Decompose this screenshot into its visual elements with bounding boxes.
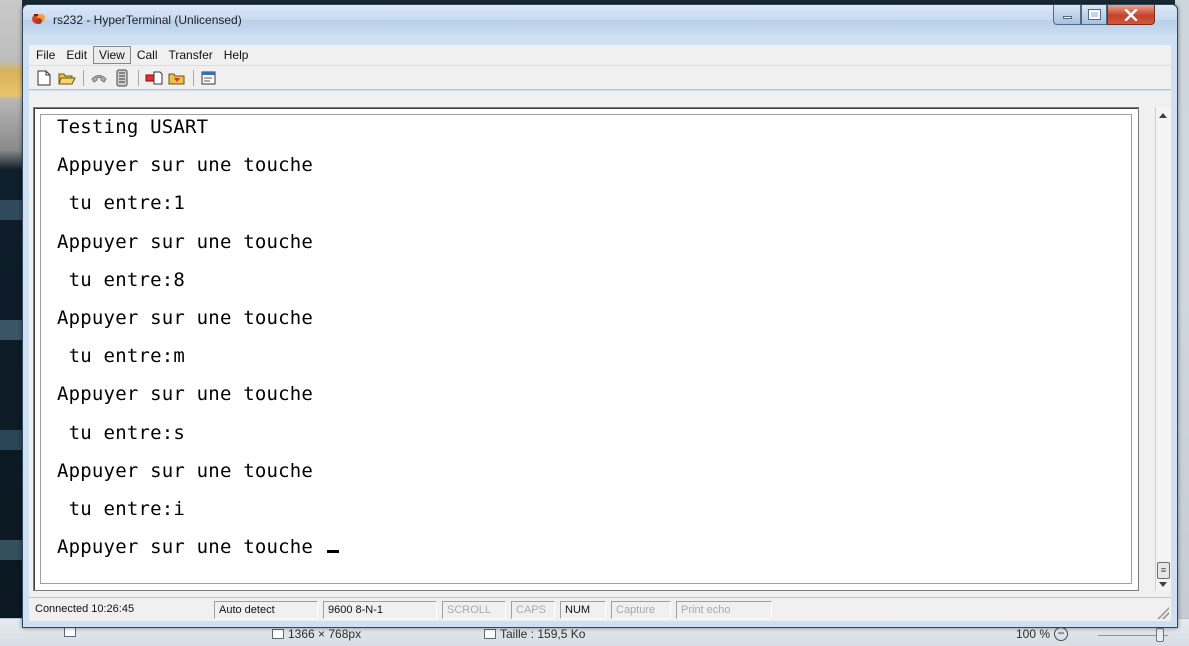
menu-bar: File Edit View Call Transfer Help bbox=[29, 45, 1171, 65]
status-caps: CAPS bbox=[511, 600, 555, 619]
background-strip bbox=[0, 320, 22, 340]
status-capture: Capture bbox=[611, 600, 671, 619]
disconnect-phone-icon bbox=[91, 74, 107, 83]
terminal-line: tu entre:i bbox=[57, 497, 186, 520]
viewer-zoom: 100 % − bbox=[1016, 627, 1069, 641]
terminal-line: tu entre:s bbox=[57, 421, 186, 444]
receive-button[interactable] bbox=[166, 68, 188, 88]
status-print-echo: Print echo bbox=[676, 600, 772, 619]
menu-transfer[interactable]: Transfer bbox=[164, 47, 218, 63]
toolbar-separator bbox=[138, 69, 139, 86]
close-button[interactable] bbox=[1107, 5, 1155, 25]
menu-edit[interactable]: Edit bbox=[61, 47, 92, 63]
terminal-line: Appuyer sur une touche bbox=[57, 383, 314, 406]
toolbar bbox=[29, 66, 1171, 90]
menu-file[interactable]: File bbox=[31, 47, 60, 63]
minimize-button[interactable] bbox=[1053, 5, 1081, 25]
zoom-out-icon[interactable]: − bbox=[1054, 627, 1069, 641]
menu-view[interactable]: View bbox=[93, 46, 131, 64]
background-strip bbox=[0, 430, 22, 450]
terminal-last-line: Appuyer sur une touche bbox=[57, 535, 339, 573]
toolbar-separator bbox=[193, 69, 194, 86]
terminal-screen[interactable]: Testing USART Appuyer sur une touche tu … bbox=[33, 107, 1139, 591]
text-cursor bbox=[326, 535, 339, 554]
terminal-line: tu entre:1 bbox=[57, 192, 186, 215]
open-folder-icon bbox=[58, 73, 76, 84]
properties-button[interactable] bbox=[198, 68, 220, 88]
send-file-icon bbox=[145, 71, 163, 84]
minimize-icon bbox=[1062, 16, 1072, 19]
terminal-line: Appuyer sur une touche bbox=[57, 306, 314, 329]
status-scroll: SCROLL bbox=[442, 600, 506, 619]
toolbar-separator bbox=[83, 69, 84, 86]
background-strip bbox=[0, 540, 22, 560]
viewer-dimensions: 1366 × 768px bbox=[272, 627, 361, 641]
open-button[interactable] bbox=[56, 68, 78, 88]
scroll-down-arrow-icon[interactable] bbox=[1159, 582, 1167, 587]
disconnect-button[interactable] bbox=[88, 68, 110, 88]
disk-icon bbox=[484, 629, 496, 639]
terminal-line: tu entre:m bbox=[57, 345, 186, 368]
screen: 1366 × 768px Taille : 159,5 Ko 100 % − r… bbox=[0, 0, 1189, 646]
new-document-icon bbox=[37, 70, 51, 85]
send-button[interactable] bbox=[143, 68, 165, 88]
dial-button[interactable] bbox=[111, 68, 133, 88]
status-num: NUM bbox=[560, 600, 606, 619]
hyperterminal-window: rs232 - HyperTerminal (Unlicensed) File … bbox=[22, 4, 1178, 628]
terminal-line: Appuyer sur une touche bbox=[57, 459, 314, 482]
terminal-line: Testing USART bbox=[57, 116, 209, 138]
status-connected: Connected 10:26:45 bbox=[35, 602, 135, 615]
terminal-line: tu entre:8 bbox=[57, 268, 186, 291]
new-connection-button[interactable] bbox=[33, 68, 55, 88]
window-title: rs232 - HyperTerminal (Unlicensed) bbox=[53, 13, 242, 27]
background-strip bbox=[0, 200, 22, 220]
scroll-up-arrow-icon[interactable] bbox=[1159, 113, 1167, 118]
menu-help[interactable]: Help bbox=[219, 47, 254, 63]
title-bar[interactable]: rs232 - HyperTerminal (Unlicensed) bbox=[23, 5, 1177, 35]
maximize-icon bbox=[1087, 9, 1101, 20]
status-bar: Connected 10:26:45 Auto detect 9600 8-N-… bbox=[29, 597, 1171, 621]
zoom-slider-thumb[interactable] bbox=[1156, 628, 1164, 642]
background-desktop-left bbox=[0, 0, 22, 646]
hyperterminal-app-icon bbox=[32, 14, 45, 24]
zoom-text: 100 % bbox=[1016, 627, 1051, 641]
terminal-output: Testing USART Appuyer sur une touche tu … bbox=[57, 115, 339, 573]
terminal-line-text: Appuyer sur une touche bbox=[57, 536, 325, 559]
viewer-file-size: Taille : 159,5 Ko bbox=[484, 627, 585, 641]
maximize-button[interactable] bbox=[1081, 5, 1107, 25]
terminal-client-area: Testing USART Appuyer sur une touche tu … bbox=[29, 91, 1171, 597]
viewer-fit-icon[interactable] bbox=[64, 627, 76, 637]
status-auto-detect: Auto detect bbox=[214, 600, 318, 619]
receive-file-icon bbox=[168, 73, 185, 84]
file-size-text: Taille : 159,5 Ko bbox=[500, 627, 586, 641]
terminal-line: Appuyer sur une touche bbox=[57, 230, 314, 253]
menu-call[interactable]: Call bbox=[132, 47, 163, 63]
scrollbar-thumb[interactable]: ≡ bbox=[1157, 562, 1170, 579]
dimensions-icon bbox=[272, 629, 284, 639]
resize-grip[interactable] bbox=[1157, 607, 1169, 619]
vertical-scrollbar[interactable]: ≡ bbox=[1155, 107, 1171, 591]
dimensions-text: 1366 × 768px bbox=[288, 627, 362, 641]
terminal-line: Appuyer sur une touche bbox=[57, 154, 314, 177]
properties-icon bbox=[201, 71, 216, 84]
close-icon bbox=[1124, 8, 1138, 21]
dial-phone-icon bbox=[116, 69, 128, 86]
status-port-settings: 9600 8-N-1 bbox=[323, 600, 437, 619]
